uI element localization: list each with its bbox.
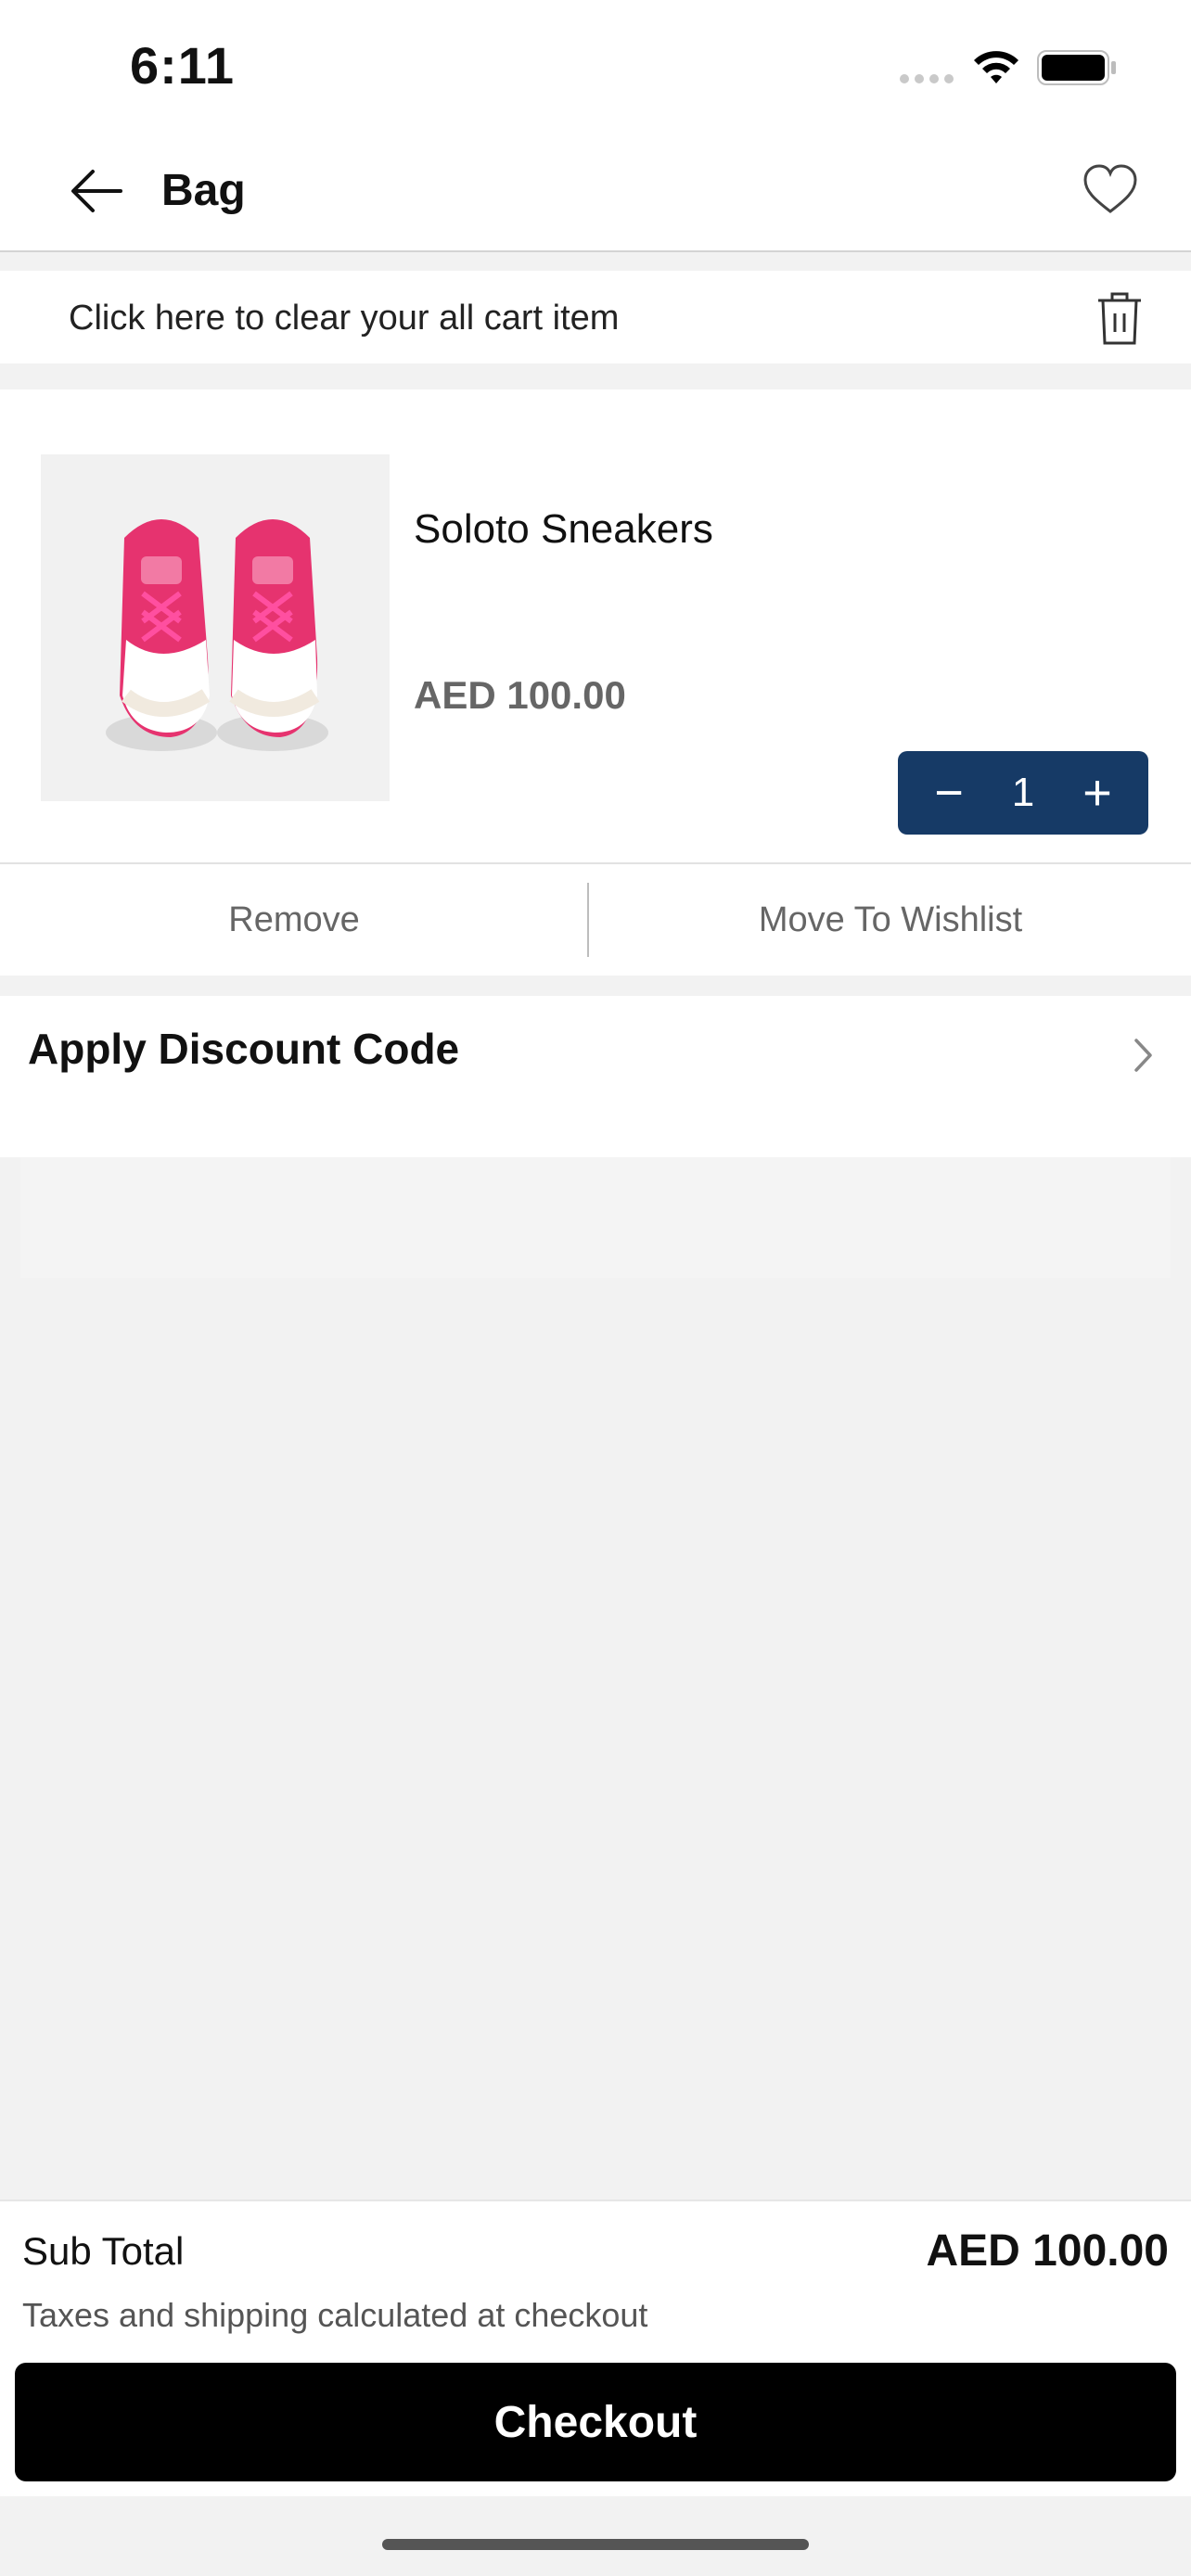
home-indicator: [382, 2539, 809, 2550]
sneakers-image: [106, 519, 328, 751]
clear-cart-text[interactable]: Click here to clear your all cart item: [69, 299, 619, 338]
checkout-button[interactable]: Checkout: [15, 2363, 1176, 2481]
signal-icon: [900, 74, 954, 83]
status-bar: 6:11: [0, 0, 1191, 130]
app-header: Bag: [0, 130, 1191, 252]
decrease-quantity-button[interactable]: −: [926, 768, 972, 818]
back-arrow-icon[interactable]: [67, 167, 126, 215]
page-title: Bag: [161, 166, 246, 215]
discount-label[interactable]: Apply Discount Code: [28, 1024, 459, 1074]
increase-quantity-button[interactable]: +: [1074, 768, 1121, 818]
cart-item-actions: Remove Move To Wishlist: [0, 862, 1191, 976]
subtotal-value: AED 100.00: [926, 2226, 1170, 2276]
quantity-stepper: − 1 +: [898, 751, 1148, 835]
empty-panel: [20, 1157, 1171, 1278]
apply-discount-row[interactable]: Apply Discount Code: [0, 996, 1191, 1157]
heart-icon[interactable]: [1082, 161, 1139, 219]
quantity-value: 1: [1011, 770, 1035, 815]
product-name[interactable]: Soloto Sneakers: [414, 506, 713, 553]
trash-icon[interactable]: [1095, 289, 1145, 347]
battery-icon: [1037, 50, 1116, 85]
clear-cart-row[interactable]: Click here to clear your all cart item: [0, 271, 1191, 363]
chevron-right-icon: [1134, 1039, 1152, 1072]
actions-divider: [587, 883, 589, 957]
tax-note: Taxes and shipping calculated at checkou…: [22, 2296, 648, 2334]
cart-item-card: Soloto Sneakers AED 100.00 − 1 +: [0, 389, 1191, 862]
order-summary: Sub Total AED 100.00 Taxes and shipping …: [0, 2200, 1191, 2496]
remove-button[interactable]: Remove: [0, 864, 588, 976]
move-to-wishlist-button[interactable]: Move To Wishlist: [590, 864, 1191, 976]
product-image[interactable]: [41, 454, 390, 801]
status-time: 6:11: [130, 36, 235, 95]
subtotal-label: Sub Total: [22, 2229, 185, 2273]
product-price: AED 100.00: [414, 673, 626, 717]
wifi-icon: [974, 51, 1018, 83]
